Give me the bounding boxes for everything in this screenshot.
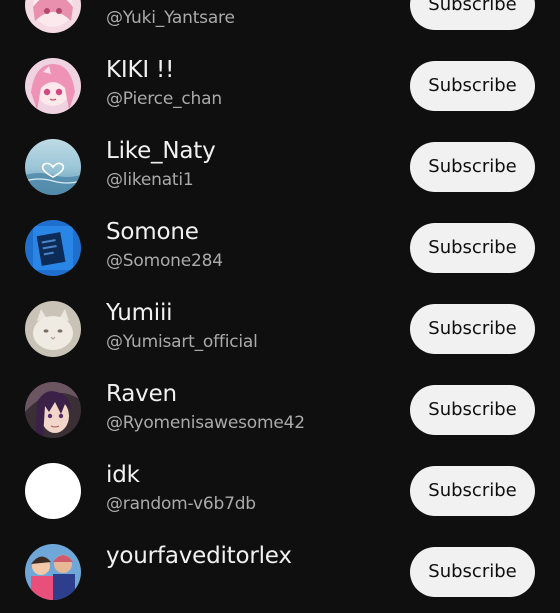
channel-name: idk <box>106 462 140 488</box>
channel-avatar[interactable] <box>25 382 81 438</box>
channel-avatar[interactable] <box>25 463 81 519</box>
channel-handle: @random-v6b7db <box>106 494 256 514</box>
subscribe-button[interactable]: Subscribe <box>410 0 535 30</box>
channel-avatar[interactable] <box>25 544 81 600</box>
subscribe-button[interactable]: Subscribe <box>410 385 535 435</box>
purple-hair-anime-avatar-icon <box>25 382 81 438</box>
channel-handle: @Ryomenisawesome42 <box>106 413 305 433</box>
pink-hair-anime-avatar-icon <box>25 58 81 114</box>
channel-avatar[interactable] <box>25 139 81 195</box>
channel-name: Raven <box>106 381 177 407</box>
channel-handle: @Pierce_chan <box>106 89 222 109</box>
channel-name: Like_Naty <box>106 138 216 164</box>
channel-handle: @Somone284 <box>106 251 223 271</box>
channel-row[interactable]: @Yuki_Yantsare Subscribe <box>0 0 560 46</box>
subscribe-button[interactable]: Subscribe <box>410 304 535 354</box>
channel-name: KIKI !! <box>106 57 175 83</box>
channel-handle: @likenati1 <box>106 170 194 190</box>
subscribe-button[interactable]: Subscribe <box>410 547 535 597</box>
channel-handle: @Yumisart_official <box>106 332 258 352</box>
channel-avatar[interactable] <box>25 58 81 114</box>
channel-list: @Yuki_Yantsare Subscribe KIKI !! @Pierce… <box>0 0 560 613</box>
blue-book-avatar-icon <box>25 220 81 276</box>
blank-white-avatar-icon <box>25 463 81 519</box>
channel-name: Somone <box>106 219 199 245</box>
channel-avatar[interactable] <box>25 0 81 33</box>
channel-avatar[interactable] <box>25 301 81 357</box>
channel-row[interactable]: Somone @Somone284 Subscribe <box>0 208 560 289</box>
ocean-heart-avatar-icon <box>25 139 81 195</box>
subscribe-button[interactable]: Subscribe <box>410 466 535 516</box>
channel-row[interactable]: Yumiii @Yumisart_official Subscribe <box>0 289 560 370</box>
channel-row[interactable]: KIKI !! @Pierce_chan Subscribe <box>0 46 560 127</box>
subscribe-button[interactable]: Subscribe <box>410 223 535 273</box>
channel-row[interactable]: Raven @Ryomenisawesome42 Subscribe <box>0 370 560 451</box>
white-cat-avatar-icon <box>25 301 81 357</box>
channel-row[interactable]: yourfaveditorlex Subscribe <box>0 532 560 613</box>
channel-row[interactable]: Like_Naty @likenati1 Subscribe <box>0 127 560 208</box>
channel-avatar[interactable] <box>25 220 81 276</box>
subscribe-button[interactable]: Subscribe <box>410 142 535 192</box>
channel-row[interactable]: idk @random-v6b7db Subscribe <box>0 451 560 532</box>
channel-name: Yumiii <box>106 300 173 326</box>
channel-name: yourfaveditorlex <box>106 543 292 569</box>
subscribe-button[interactable]: Subscribe <box>410 61 535 111</box>
channel-handle: @Yuki_Yantsare <box>106 8 235 28</box>
colorful-group-avatar-icon <box>25 544 81 600</box>
pink-anime-avatar-icon <box>25 0 81 33</box>
